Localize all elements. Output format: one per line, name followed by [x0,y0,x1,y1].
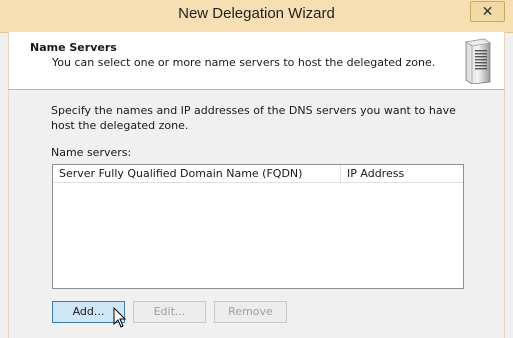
page-subtitle: You can select one or more name servers … [52,56,436,69]
page-description: Specify the names and IP addresses of th… [51,104,456,132]
window-title: New Delegation Wizard [178,5,335,22]
title-bar[interactable]: New Delegation Wizard ✕ [0,0,513,33]
column-header-ip-address[interactable]: IP Address [341,165,461,182]
wizard-header: Name Servers You can select one or more … [8,32,505,90]
close-icon: ✕ [481,3,494,20]
name-servers-list[interactable]: Server Fully Qualified Domain Name (FQDN… [52,164,464,289]
page-title: Name Servers [30,41,117,54]
remove-button[interactable]: Remove [214,301,287,323]
list-header: Server Fully Qualified Domain Name (FQDN… [53,165,463,183]
edit-button[interactable]: Edit... [133,301,206,323]
name-servers-label: Name servers: [51,146,132,159]
column-header-fqdn[interactable]: Server Fully Qualified Domain Name (FQDN… [53,165,341,182]
mouse-pointer-icon [113,307,127,328]
wizard-window: New Delegation Wizard ✕ Name Servers You… [0,0,513,338]
close-button[interactable]: ✕ [470,1,505,22]
server-icon [465,38,491,84]
wizard-content: Specify the names and IP addresses of th… [8,90,505,338]
